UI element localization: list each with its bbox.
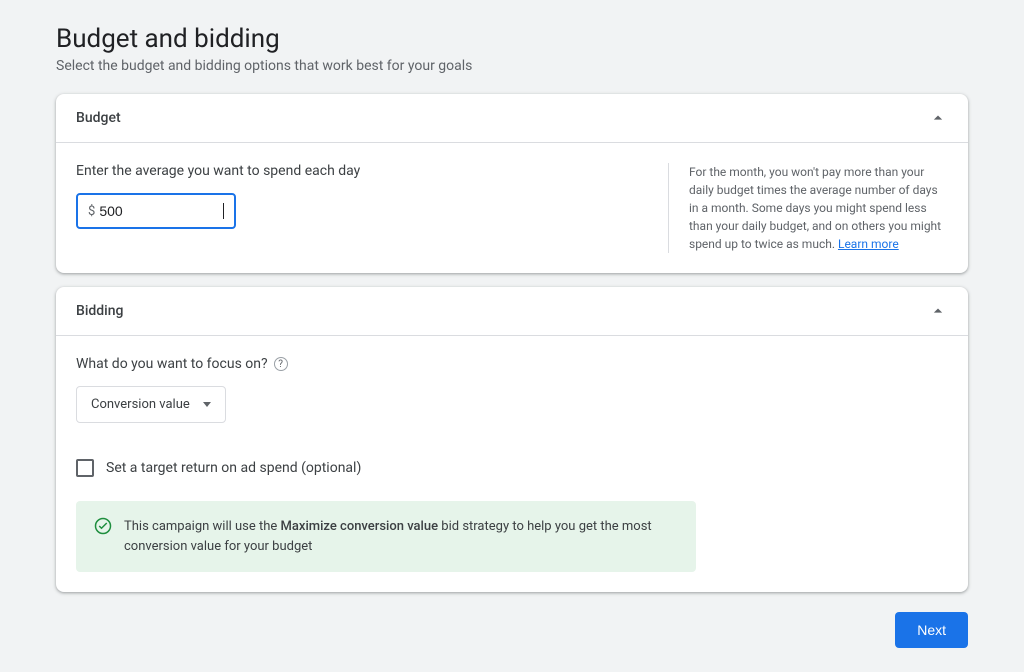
focus-selected-value: Conversion value [91,397,190,412]
chevron-up-icon [928,108,948,128]
focus-label-text: What do you want to focus on? [76,356,268,372]
info-pre: This campaign will use the [124,519,281,534]
info-bold: Maximize conversion value [281,519,439,534]
action-row: Next [56,612,968,648]
bidding-card-header[interactable]: Bidding [56,287,968,336]
budget-card: Budget Enter the average you want to spe… [56,94,968,273]
budget-help-text: For the month, you won't pay more than y… [689,165,941,251]
target-roas-checkbox[interactable] [76,459,94,477]
page-title: Budget and bidding [56,24,968,54]
budget-input[interactable] [99,203,219,219]
budget-left-panel: Enter the average you want to spend each… [76,163,644,253]
check-circle-icon [94,517,112,535]
bidding-header-title: Bidding [76,303,123,319]
budget-field-label: Enter the average you want to spend each… [76,163,644,179]
budget-header-title: Budget [76,110,121,126]
chevron-up-icon [928,301,948,321]
focus-select[interactable]: Conversion value [76,386,226,423]
page-subtitle: Select the budget and bidding options th… [56,58,968,74]
strategy-info-text: This campaign will use the Maximize conv… [124,517,678,556]
learn-more-link[interactable]: Learn more [838,237,899,251]
text-cursor-icon [223,203,224,219]
target-roas-label: Set a target return on ad spend (optiona… [106,460,361,476]
bidding-card-body: What do you want to focus on? ? Conversi… [56,336,968,592]
focus-label: What do you want to focus on? ? [76,356,948,372]
budget-input-container[interactable]: $ [76,193,236,229]
budget-card-body: Enter the average you want to spend each… [56,143,968,273]
budget-help-panel: For the month, you won't pay more than y… [668,163,948,253]
target-roas-row: Set a target return on ad spend (optiona… [76,459,948,477]
chevron-down-icon [203,402,211,407]
next-button[interactable]: Next [895,612,968,648]
help-icon[interactable]: ? [274,357,288,371]
strategy-info-banner: This campaign will use the Maximize conv… [76,501,696,572]
currency-symbol: $ [88,204,95,219]
bidding-card: Bidding What do you want to focus on? ? … [56,287,968,592]
budget-card-header[interactable]: Budget [56,94,968,143]
